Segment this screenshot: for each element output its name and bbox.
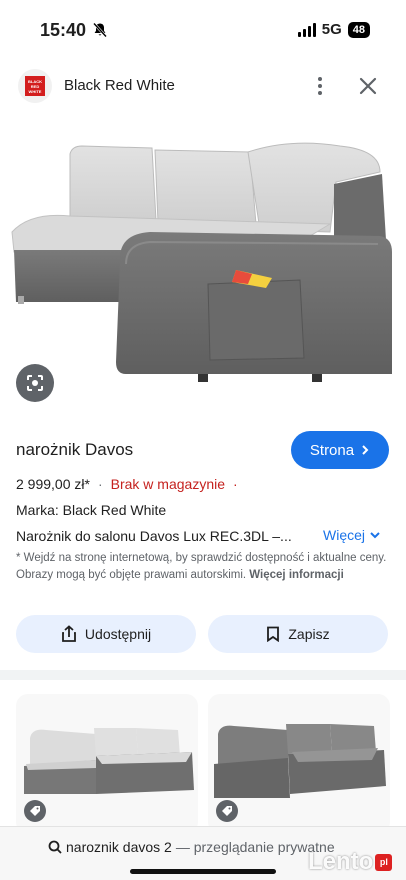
visit-site-label: Strona	[309, 441, 355, 459]
save-button[interactable]: Zapisz	[208, 615, 388, 653]
share-label: Udostępnij	[84, 626, 152, 642]
status-indicators: 5G 48	[297, 21, 370, 38]
tag-icon	[216, 800, 238, 822]
chevron-down-icon	[370, 532, 380, 539]
search-query[interactable]: naroznik davos 2 — przeglądanie prywatne	[48, 839, 335, 855]
disclaimer: * Wejdź na stronę internetową, by sprawd…	[16, 550, 390, 584]
brand-line: Marka: Black Red White	[16, 502, 167, 518]
home-indicator[interactable]	[130, 869, 276, 874]
lens-button[interactable]	[16, 364, 54, 402]
panel-header: BLACK RED WHITE Black Red White	[0, 66, 406, 110]
watermark-badge: pl	[375, 853, 393, 871]
separator-dot: ·	[233, 476, 238, 492]
related-image[interactable]	[16, 694, 198, 834]
battery-icon: 48	[347, 21, 370, 38]
signal-icon	[297, 22, 316, 37]
product-description: Narożnik do salonu Davos Lux REC.3DL –..…	[16, 528, 292, 544]
network-label: 5G	[321, 21, 342, 38]
separator-dot: ·	[97, 476, 103, 492]
stock-status: Brak w magazynie	[110, 476, 226, 492]
chevron-right-icon	[362, 445, 369, 455]
watermark-text: Lento	[308, 848, 374, 875]
product-image[interactable]	[0, 112, 406, 412]
bookmark-icon	[267, 626, 280, 642]
brand-logo-mark: BLACK RED WHITE	[25, 76, 45, 96]
brand-logo[interactable]: BLACK RED WHITE	[18, 69, 52, 103]
price: 2 999,00 zł*	[16, 476, 90, 492]
related-image[interactable]	[208, 694, 390, 834]
more-button[interactable]: Więcej	[323, 527, 381, 543]
more-vert-icon[interactable]	[308, 74, 332, 98]
watermark: Lento pl	[308, 848, 393, 876]
tag-icon	[24, 800, 46, 822]
save-label: Zapisz	[288, 626, 330, 642]
more-label: Więcej	[323, 527, 366, 543]
status-time: 15:40	[40, 20, 87, 40]
query-text: naroznik davos 2	[66, 839, 172, 855]
status-bar: 15:40 5G 48	[0, 0, 406, 62]
product-title: narożnik Davos	[16, 440, 134, 459]
header-title[interactable]: Black Red White	[64, 77, 175, 94]
visit-site-button[interactable]: Strona	[291, 431, 389, 469]
lens-icon	[27, 375, 43, 391]
share-button[interactable]: Udostępnij	[16, 615, 196, 653]
share-icon	[62, 625, 76, 642]
bell-off-icon	[93, 22, 107, 38]
disclaimer-more-link[interactable]: Więcej informacji	[249, 569, 343, 581]
search-icon	[48, 840, 62, 854]
price-row: 2 999,00 zł* · Brak w magazynie ·	[16, 476, 238, 492]
close-icon[interactable]	[356, 74, 380, 98]
section-divider	[0, 670, 406, 680]
